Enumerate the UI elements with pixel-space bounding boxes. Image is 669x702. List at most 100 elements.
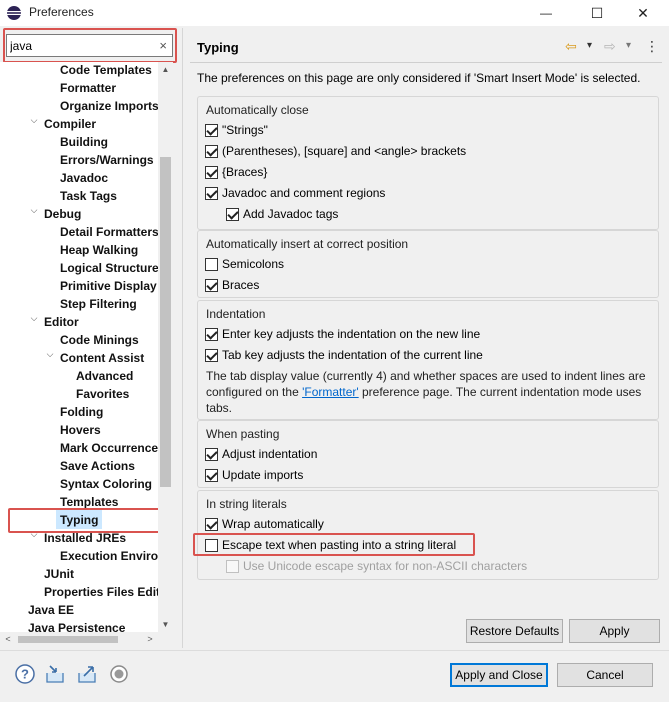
export-preferences-icon[interactable] [76, 663, 98, 685]
close-button[interactable]: ✕ [620, 0, 666, 26]
tree-vertical-scrollbar[interactable]: ▲ ▼ [158, 62, 173, 632]
tree-item-execution-environments[interactable]: Execution Environments [60, 547, 158, 565]
tree-item-mark-occurrences[interactable]: Mark Occurrences [60, 439, 158, 457]
tree-item-debug[interactable]: Debug [44, 205, 81, 223]
apply-button[interactable]: Apply [569, 619, 660, 643]
option-javadoc-regions[interactable]: Javadoc and comment regions [205, 184, 385, 202]
group-automatically-close: Automatically close "Strings" (Parenthes… [197, 96, 659, 230]
maximize-button[interactable]: ☐ [574, 0, 620, 26]
escape-text-highlight-box [193, 533, 475, 556]
tree-item-detail-formatters[interactable]: Detail Formatters [60, 223, 158, 241]
group-title: Indentation [206, 307, 266, 321]
tree-item-content-assist[interactable]: Content Assist [60, 349, 144, 367]
tree-item-heap-walking[interactable]: Heap Walking [60, 241, 138, 259]
tree-item-compiler[interactable]: Compiler [44, 115, 96, 133]
tree-item-organize-imports[interactable]: Organize Imports [60, 97, 158, 115]
import-preferences-icon[interactable] [44, 663, 66, 685]
option-label: Use Unicode escape syntax for non-ASCII … [243, 559, 528, 573]
tree-item-javadoc[interactable]: Javadoc [60, 169, 108, 187]
checkbox[interactable] [205, 257, 218, 271]
option-braces[interactable]: {Braces} [205, 163, 267, 181]
tree-item-properties-files-editor[interactable]: Properties Files Editor [44, 583, 158, 601]
checkbox[interactable] [205, 517, 218, 531]
footer-separator [0, 650, 669, 651]
tree-item-formatter[interactable]: Formatter [60, 79, 116, 97]
tree-horizontal-scrollbar[interactable]: < > [0, 632, 158, 647]
checkbox[interactable] [205, 278, 218, 292]
tree-item-junit[interactable]: JUnit [44, 565, 74, 583]
checkbox[interactable] [226, 207, 239, 221]
tree-item-errors-warnings[interactable]: Errors/Warnings [60, 151, 154, 169]
expand-toggle-icon[interactable]: ⌵ [29, 313, 39, 331]
group-title: Automatically close [206, 103, 309, 117]
checkbox[interactable] [205, 144, 218, 158]
tree-item-primitive-display[interactable]: Primitive Display [60, 277, 157, 295]
back-arrow-icon[interactable]: ⇦ [565, 37, 577, 55]
horizontal-scroll-thumb[interactable] [18, 636, 118, 643]
checkbox[interactable] [205, 123, 218, 137]
option-brackets[interactable]: (Parentheses), [square] and <angle> brac… [205, 142, 466, 160]
tree-item-logical-structures[interactable]: Logical Structures [60, 259, 158, 277]
maximize-icon: ☐ [590, 4, 604, 21]
scroll-right-icon[interactable]: > [144, 632, 156, 647]
help-icon[interactable]: ? [14, 663, 36, 685]
option-tab-key-indent[interactable]: Tab key adjusts the indentation of the c… [205, 346, 483, 364]
oomph-record-icon[interactable] [108, 663, 130, 685]
forward-arrow-icon[interactable]: ⇨ [604, 37, 616, 55]
checkbox[interactable] [205, 447, 218, 461]
option-add-javadoc-tags[interactable]: Add Javadoc tags [226, 205, 338, 223]
checkbox[interactable] [205, 468, 218, 482]
checkbox[interactable] [205, 327, 218, 341]
tree-item-favorites[interactable]: Favorites [76, 385, 129, 403]
scroll-left-icon[interactable]: < [2, 632, 14, 647]
tree-item-editor[interactable]: Editor [44, 313, 79, 331]
checkbox[interactable] [205, 348, 218, 362]
option-update-imports[interactable]: Update imports [205, 466, 303, 484]
scroll-up-icon[interactable]: ▲ [158, 62, 173, 77]
option-label: {Braces} [222, 165, 268, 179]
expand-toggle-icon[interactable]: ⌵ [45, 349, 55, 367]
option-semicolons[interactable]: Semicolons [205, 255, 284, 273]
formatter-link[interactable]: 'Formatter' [302, 385, 359, 399]
tree-item-code-minings[interactable]: Code Minings [60, 331, 139, 349]
tree-item-folding[interactable]: Folding [60, 403, 103, 421]
tree-item-java-persistence[interactable]: Java Persistence [28, 619, 125, 632]
expand-toggle-icon[interactable]: ⌵ [29, 205, 39, 223]
option-strings[interactable]: "Strings" [205, 121, 268, 139]
option-adjust-indentation[interactable]: Adjust indentation [205, 445, 317, 463]
tree-item-advanced[interactable]: Advanced [76, 367, 133, 385]
apply-and-close-button[interactable]: Apply and Close [450, 663, 548, 687]
tree-item-syntax-coloring[interactable]: Syntax Coloring [60, 475, 152, 493]
minimize-button[interactable]: — [523, 0, 569, 26]
back-dropdown-icon[interactable]: ▾ [587, 37, 592, 55]
restore-defaults-button[interactable]: Restore Defaults [466, 619, 563, 643]
forward-dropdown-icon[interactable]: ▾ [626, 37, 631, 55]
checkbox[interactable] [205, 165, 218, 179]
tree-item-task-tags[interactable]: Task Tags [60, 187, 117, 205]
option-label: "Strings" [222, 123, 268, 137]
group-title: In string literals [206, 497, 287, 511]
tree-item-hovers[interactable]: Hovers [60, 421, 101, 439]
view-menu-icon[interactable]: ⋮ [645, 37, 659, 55]
tree-item-java-ee[interactable]: Java EE [28, 601, 74, 619]
tree-item-step-filtering[interactable]: Step Filtering [60, 295, 137, 313]
scroll-down-icon[interactable]: ▼ [158, 617, 173, 632]
group-indentation: Indentation Enter key adjusts the indent… [197, 300, 659, 420]
option-wrap-automatically[interactable]: Wrap automatically [205, 515, 324, 533]
group-title: Automatically insert at correct position [206, 237, 409, 251]
scroll-thumb[interactable] [160, 157, 171, 487]
option-label: Braces [222, 278, 260, 292]
expand-toggle-icon[interactable]: ⌵ [29, 115, 39, 133]
option-label: Adjust indentation [222, 447, 318, 461]
svg-text:?: ? [21, 667, 29, 682]
option-label: Wrap automatically [222, 517, 324, 531]
window-title: Preferences [29, 5, 94, 19]
option-enter-key-indent[interactable]: Enter key adjusts the indentation on the… [205, 325, 480, 343]
pane-splitter[interactable] [182, 28, 183, 648]
tree-item-save-actions[interactable]: Save Actions [60, 457, 135, 475]
tree-item-code-templates[interactable]: Code Templates [60, 62, 152, 79]
tree-item-building[interactable]: Building [60, 133, 108, 151]
option-insert-braces[interactable]: Braces [205, 276, 259, 294]
cancel-button[interactable]: Cancel [557, 663, 653, 687]
checkbox[interactable] [205, 186, 218, 200]
